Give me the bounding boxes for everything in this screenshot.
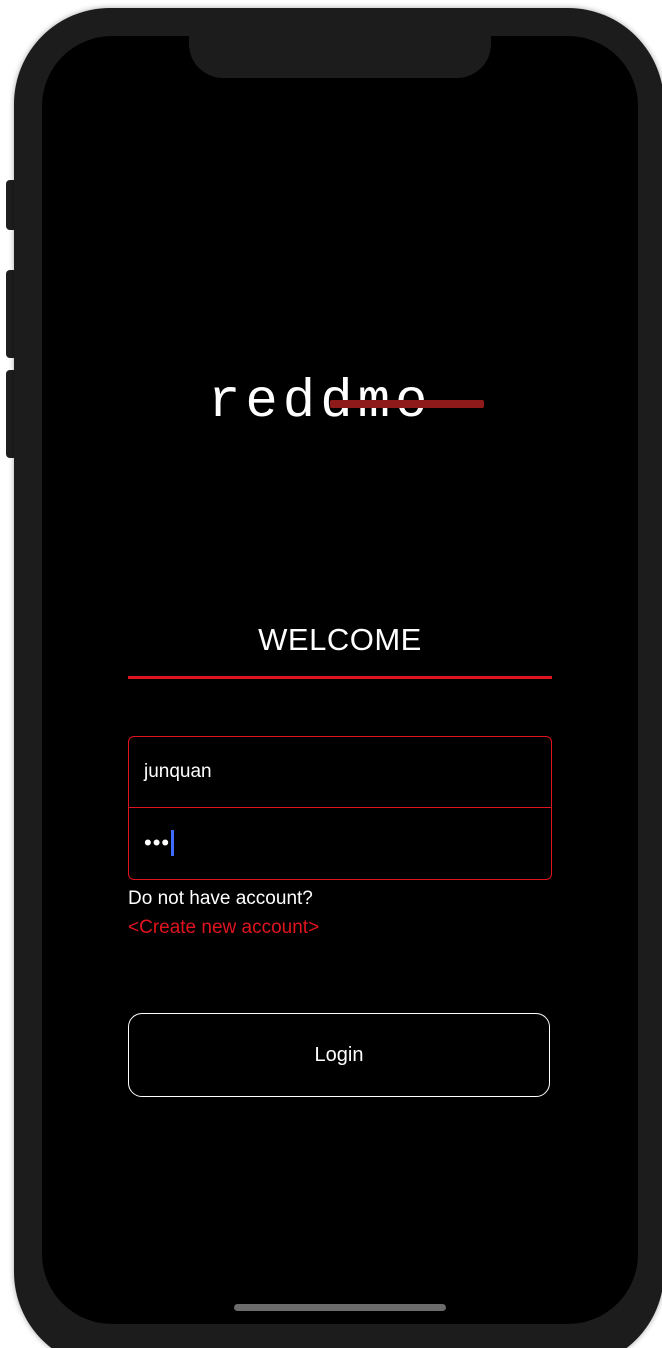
- create-account-link[interactable]: <Create new account>: [128, 917, 319, 939]
- login-button[interactable]: Login: [128, 1013, 550, 1097]
- home-indicator: [234, 1304, 446, 1311]
- app-screen: reddmo WELCOME junquan ••• Do not have a…: [42, 36, 638, 1324]
- app-logo: reddmo: [208, 372, 484, 433]
- login-form: junquan •••: [128, 736, 552, 880]
- no-account-text: Do not have account?: [128, 888, 313, 909]
- simulator-stage: reddmo WELCOME junquan ••• Do not have a…: [0, 0, 662, 1348]
- text-caret: [171, 830, 175, 856]
- device-notch: [189, 36, 491, 78]
- welcome-underline: [128, 676, 552, 679]
- logo-strike-bar: [330, 400, 484, 408]
- password-mask: •••: [144, 830, 171, 855]
- welcome-heading: WELCOME: [258, 622, 422, 657]
- username-value: junquan: [144, 761, 212, 782]
- password-field[interactable]: •••: [129, 808, 551, 878]
- username-field[interactable]: junquan: [129, 737, 551, 807]
